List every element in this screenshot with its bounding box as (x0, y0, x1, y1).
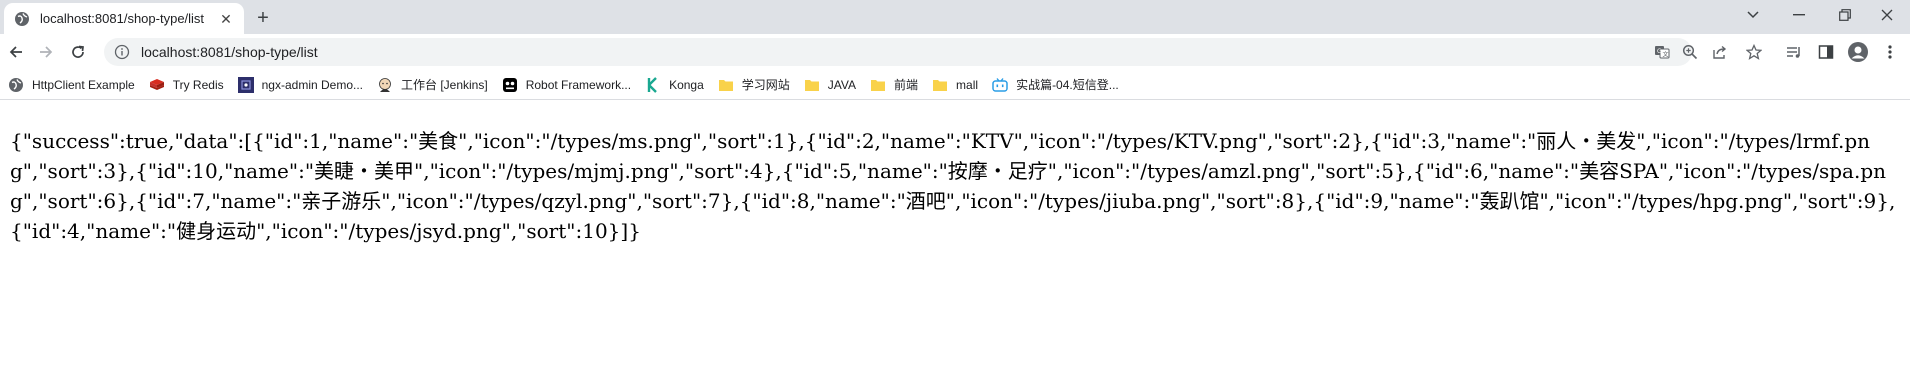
tab-search-chevron-icon[interactable] (1730, 0, 1776, 30)
browser-toolbar: localhost:8081/shop-type/list G文 (0, 34, 1910, 70)
globe-icon (14, 11, 30, 27)
tab-strip: localhost:8081/shop-type/list ✕ + (0, 0, 1910, 34)
tab-active[interactable]: localhost:8081/shop-type/list ✕ (4, 3, 244, 34)
profile-avatar-icon[interactable] (1846, 40, 1870, 64)
bilibili-icon (992, 77, 1008, 93)
new-tab-button[interactable]: + (252, 7, 274, 29)
json-response-text: {"success":true,"data":[{"id":1,"name":"… (10, 129, 1896, 243)
jenkins-icon (377, 77, 393, 93)
bookmark-folder-frontend[interactable]: 前端 (870, 73, 926, 97)
konga-icon (645, 76, 661, 93)
bookmark-konga[interactable]: Konga (645, 73, 712, 97)
ngx-admin-icon (237, 76, 254, 93)
zoom-icon[interactable] (1678, 40, 1702, 64)
bookmark-star-icon[interactable] (1742, 40, 1766, 64)
address-bar[interactable]: localhost:8081/shop-type/list (104, 38, 1692, 66)
close-window-button[interactable] (1864, 0, 1910, 30)
reload-button[interactable] (64, 38, 92, 66)
bookmark-ngx-admin[interactable]: ngx-admin Demo... (237, 73, 371, 97)
globe-icon (8, 77, 24, 93)
robot-icon (502, 77, 518, 93)
folder-icon (804, 77, 820, 93)
bookmark-bilibili-video[interactable]: 实战篇-04.短信登... (992, 73, 1127, 97)
reading-list-icon[interactable] (1782, 40, 1806, 64)
redis-icon (149, 77, 165, 93)
tab-close-icon[interactable]: ✕ (218, 11, 234, 27)
bookmarks-bar: HttpClient Example Try Redis ngx-admin D… (0, 70, 1910, 100)
folder-icon (870, 77, 886, 93)
forward-button[interactable] (32, 38, 60, 66)
translate-icon[interactable]: G文 (1650, 40, 1674, 64)
bookmark-folder-mall[interactable]: mall (932, 73, 986, 97)
back-button[interactable] (2, 38, 30, 66)
bookmark-httpclient-example[interactable]: HttpClient Example (8, 73, 143, 97)
site-info-icon[interactable] (114, 44, 130, 60)
address-url: localhost:8081/shop-type/list (141, 44, 318, 60)
side-panel-icon[interactable] (1814, 40, 1838, 64)
page-content: {"success":true,"data":[{"id":1,"name":"… (10, 126, 1900, 246)
bookmark-folder-java[interactable]: JAVA (804, 73, 864, 97)
bookmark-jenkins[interactable]: 工作台 [Jenkins] (377, 73, 496, 97)
svg-text:文: 文 (1663, 51, 1669, 59)
folder-icon (932, 77, 948, 93)
share-icon[interactable] (1708, 40, 1732, 64)
bookmark-folder-study[interactable]: 学习网站 (718, 73, 798, 97)
tab-title: localhost:8081/shop-type/list (40, 11, 205, 26)
restore-button[interactable] (1822, 0, 1868, 30)
folder-icon (718, 77, 734, 93)
svg-text:G: G (1657, 48, 1662, 55)
browser-menu-icon[interactable] (1878, 40, 1902, 64)
bookmark-try-redis[interactable]: Try Redis (149, 73, 232, 97)
bookmark-robot-framework[interactable]: Robot Framework... (502, 73, 639, 97)
minimize-button[interactable] (1776, 0, 1822, 30)
